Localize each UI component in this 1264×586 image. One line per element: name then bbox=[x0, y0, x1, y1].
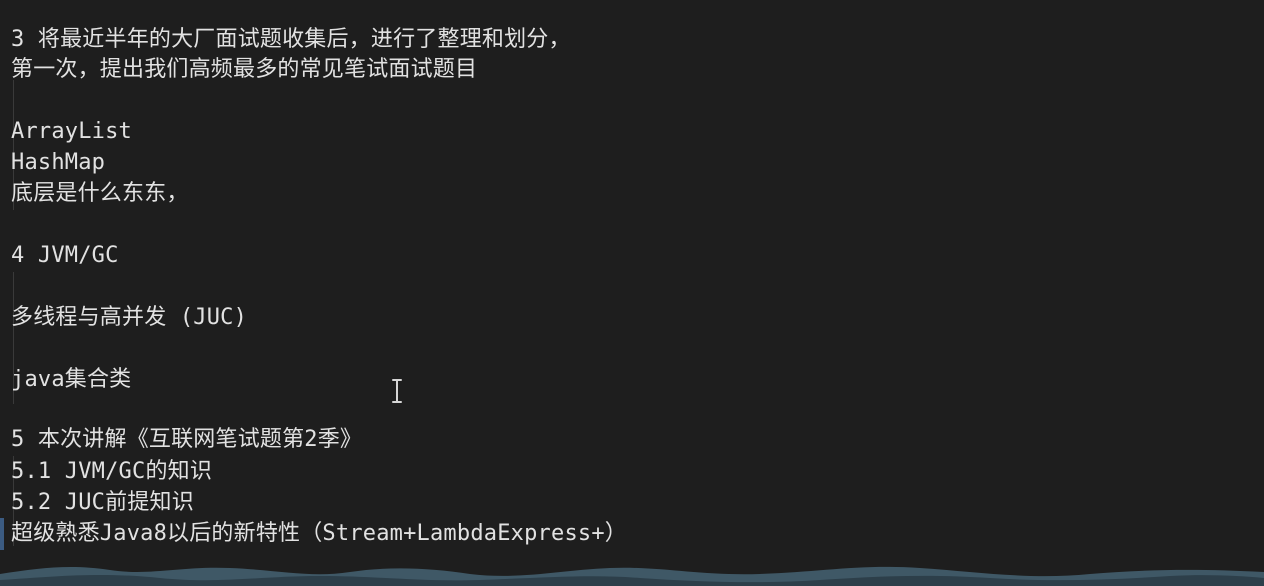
editor-line-16-text: 5.2 JUC前提知识 bbox=[11, 490, 194, 515]
decorative-bottom-wave bbox=[0, 566, 1264, 586]
editor-line-16: 5.2 JUC前提知识 bbox=[11, 487, 194, 519]
editor-line-5: HashMap bbox=[11, 147, 105, 179]
editor-line-5-text: HashMap bbox=[11, 150, 106, 175]
gutter-change-marker bbox=[0, 518, 4, 550]
editor-line-15-text: 5.1 JVM/GC的知识 bbox=[11, 459, 213, 484]
editor-line-4-text: ArrayList bbox=[11, 119, 133, 144]
editor-line-12-text: java集合类 bbox=[11, 367, 132, 392]
editor-line-14-text: 5 本次讲解《互联网笔试题第2季》 bbox=[11, 427, 363, 452]
editor-line-8-text: 4 JVM/GC bbox=[11, 243, 119, 268]
editor-line-2: 第一次，提出我们高频最多的常见笔试面试题目 bbox=[11, 54, 477, 86]
editor-line-10: 多线程与高并发 (JUC) bbox=[11, 302, 247, 334]
editor-line-15: 5.1 JVM/GC的知识 bbox=[11, 456, 212, 488]
text-cursor-icon bbox=[390, 378, 404, 404]
editor-line-12: java集合类 bbox=[11, 364, 131, 396]
editor-line-10-text: 多线程与高并发 (JUC) bbox=[11, 305, 248, 330]
editor-line-8: 4 JVM/GC bbox=[11, 240, 119, 272]
editor-line-4: ArrayList bbox=[11, 116, 132, 148]
text-editor[interactable]: 3 将最近半年的大厂面试题收集后，进行了整理和划分， 第一次，提出我们高频最多的… bbox=[0, 0, 1264, 586]
editor-line-14: 5 本次讲解《互联网笔试题第2季》 bbox=[11, 424, 362, 456]
editor-line-2-text: 第一次，提出我们高频最多的常见笔试面试题目 bbox=[11, 57, 478, 82]
editor-line-1-text: 3 将最近半年的大厂面试题收集后，进行了整理和划分， bbox=[11, 27, 571, 52]
editor-line-6-text: 底层是什么东东， bbox=[11, 181, 189, 206]
editor-line-1: 3 将最近半年的大厂面试题收集后，进行了整理和划分， bbox=[11, 24, 571, 56]
editor-line-17-text: 超级熟悉Java8以后的新特性（Stream+LambdaExpress+） bbox=[11, 521, 627, 546]
editor-line-6: 底层是什么东东， bbox=[11, 178, 189, 210]
editor-line-17: 超级熟悉Java8以后的新特性（Stream+LambdaExpress+） bbox=[11, 518, 627, 550]
